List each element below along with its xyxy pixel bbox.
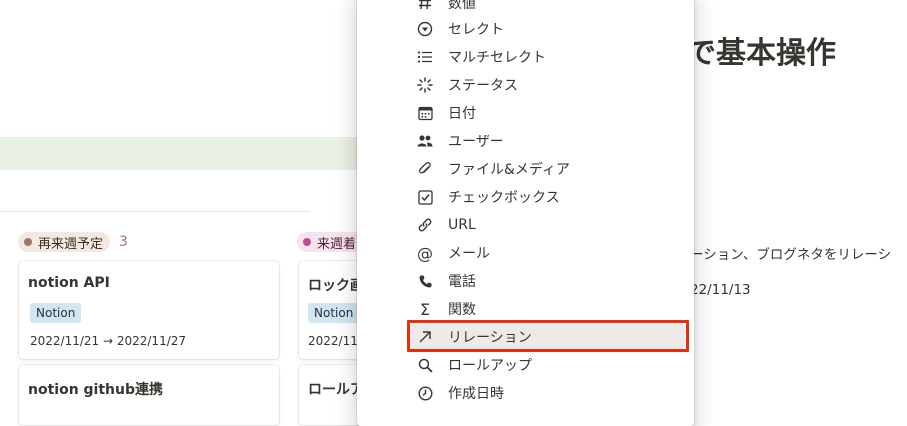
page-title: で基本操作 — [686, 36, 836, 71]
card-title: notion API — [28, 275, 110, 291]
checkbox-icon — [416, 188, 434, 206]
calendar-icon — [416, 104, 434, 122]
menu-item-label: 電話 — [448, 274, 476, 290]
status-dot — [303, 238, 311, 246]
highlight-box — [407, 320, 689, 352]
people-icon — [416, 132, 434, 150]
tag-badge: Notion — [308, 303, 360, 323]
menu-item-label: メール — [448, 246, 490, 262]
paperclip-icon — [416, 160, 434, 178]
menu-item-label: URL — [448, 217, 476, 233]
date-text: 22/11/13 — [690, 282, 751, 298]
divider — [0, 211, 310, 212]
menu-item-number[interactable]: 数値 — [409, 0, 685, 16]
menu-item-label: 数値 — [448, 0, 476, 12]
board-column-header[interactable]: 来週着 — [297, 231, 364, 253]
menu-item-status[interactable]: ステータス — [409, 72, 685, 98]
status-label: 再来週予定 — [38, 236, 104, 252]
card-title: notion github連携 — [28, 382, 164, 398]
status-pill: 再来週予定 — [18, 232, 111, 252]
menu-item-label: チェックボックス — [448, 190, 560, 206]
phone-icon — [416, 272, 434, 290]
menu-item-created-time[interactable]: 作成日時 — [409, 380, 685, 406]
menu-item-label: 作成日時 — [448, 386, 504, 402]
callout-bar — [0, 137, 358, 170]
menu-item-label: セレクト — [448, 22, 504, 38]
multi-select-icon — [416, 48, 434, 66]
menu-item-label: 日付 — [448, 106, 476, 122]
menu-item-date[interactable]: 日付 — [409, 100, 685, 126]
menu-item-label: 関数 — [448, 302, 476, 318]
menu-item-multi-select[interactable]: マルチセレクト — [409, 44, 685, 70]
menu-item-phone[interactable]: 電話 — [409, 268, 685, 294]
menu-item-rollup[interactable]: ロールアップ — [409, 352, 685, 378]
card-count: 3 — [119, 234, 128, 250]
number-icon — [416, 0, 434, 12]
menu-item-label: ステータス — [448, 78, 518, 94]
menu-item-select[interactable]: セレクト — [409, 16, 685, 42]
search-icon — [416, 356, 434, 374]
board-card[interactable]: notion API Notion 2022/11/21 → 2022/11/2… — [19, 261, 279, 359]
menu-item-label: ロールアップ — [448, 358, 532, 374]
card-date: 2022/11 — [308, 334, 358, 348]
menu-item-email[interactable]: @ メール — [409, 240, 685, 266]
at-icon: @ — [417, 243, 433, 263]
menu-item-formula[interactable]: Σ 関数 — [409, 296, 685, 322]
menu-item-label: マルチセレクト — [448, 50, 546, 66]
card-title: ロールア — [308, 382, 364, 398]
menu-item-label: ファイル&メディア — [448, 162, 570, 178]
link-icon — [416, 216, 434, 234]
card-title: ロック画 — [308, 278, 364, 294]
status-pill: 来週着 — [297, 232, 364, 252]
body-text: ーション、ブログネタをリレーシ — [690, 247, 892, 263]
clock-icon — [416, 384, 434, 402]
sigma-icon: Σ — [419, 299, 431, 319]
board-column-header[interactable]: 再来週予定 3 — [18, 231, 128, 253]
menu-item-person[interactable]: ユーザー — [409, 128, 685, 154]
board-card[interactable]: notion github連携 — [19, 365, 279, 425]
status-label: 来週着 — [317, 236, 357, 252]
menu-item-label: ユーザー — [448, 134, 504, 150]
tag-badge: Notion — [30, 303, 82, 323]
status-icon — [416, 76, 434, 94]
menu-item-checkbox[interactable]: チェックボックス — [409, 184, 685, 210]
card-date: 2022/11/21 → 2022/11/27 — [30, 334, 187, 348]
menu-item-url[interactable]: URL — [409, 212, 685, 238]
select-icon — [416, 20, 434, 38]
menu-item-files-media[interactable]: ファイル&メディア — [409, 156, 685, 182]
status-dot — [24, 238, 32, 246]
